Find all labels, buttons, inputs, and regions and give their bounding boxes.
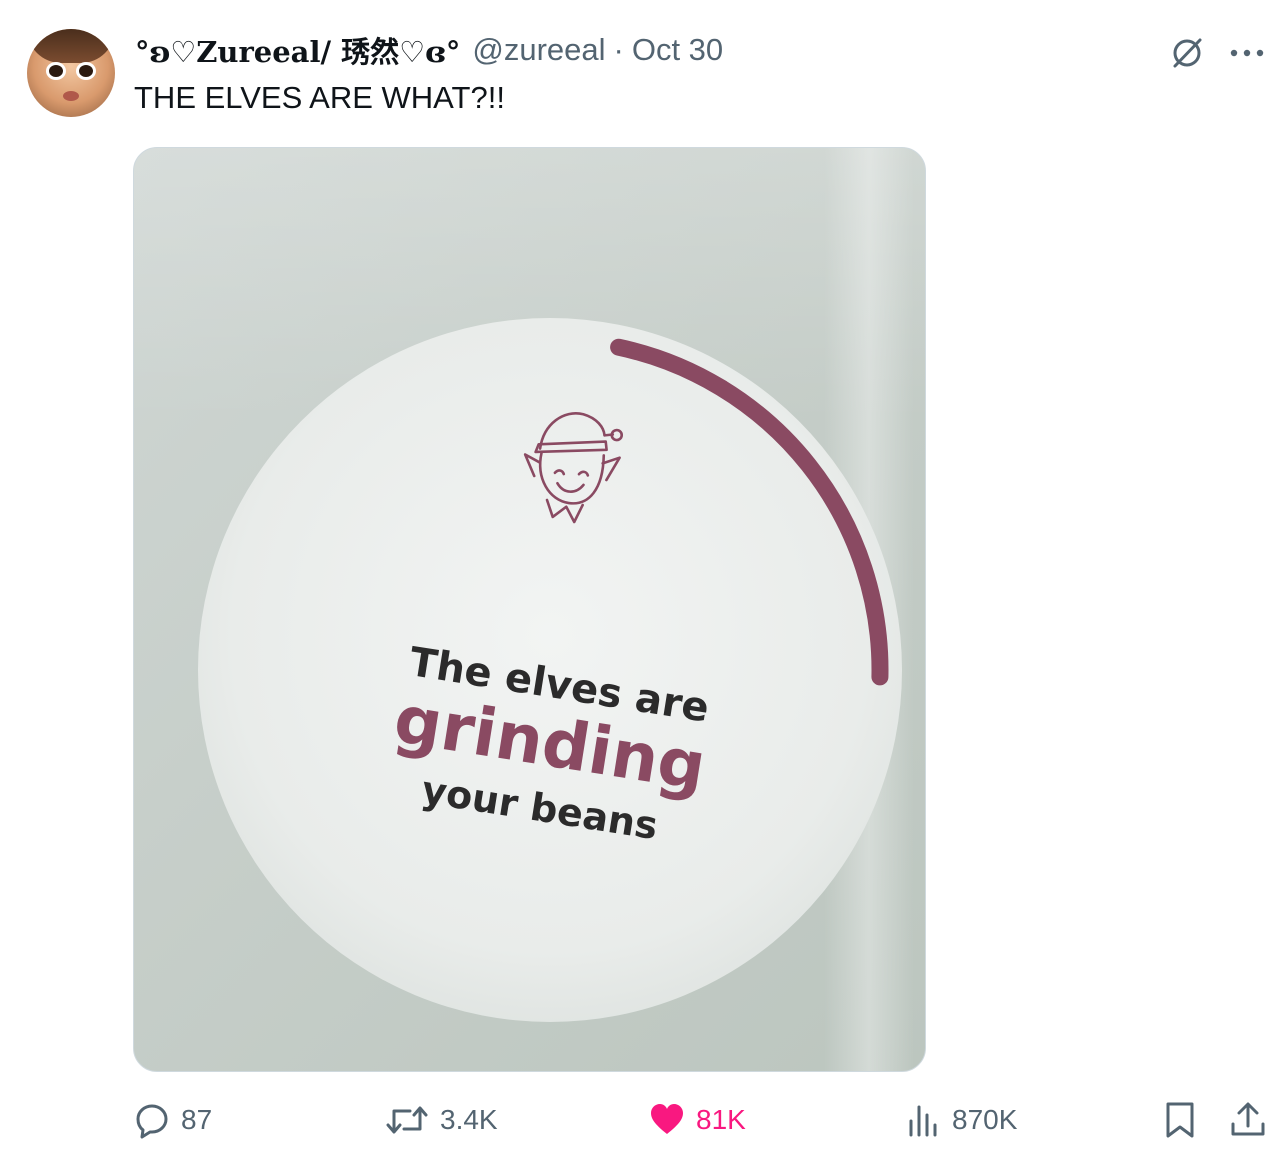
like-count: 81K: [696, 1104, 746, 1135]
repost-count: 3.4K: [440, 1104, 498, 1135]
reply-icon: [136, 1104, 168, 1139]
user-handle[interactable]: @zureeal: [472, 32, 605, 68]
avatar-eye-right: [79, 65, 93, 77]
tweet-date[interactable]: Oct 30: [632, 32, 723, 68]
bookmark-icon: [1166, 1102, 1194, 1138]
like-button[interactable]: 81K: [648, 1095, 746, 1145]
more-button[interactable]: [1226, 32, 1268, 74]
views-button[interactable]: 870K: [906, 1095, 1017, 1145]
tweet-text: THE ELVES ARE WHAT?!!: [134, 80, 505, 115]
heart-icon: [651, 1104, 683, 1134]
share-button[interactable]: [1228, 1095, 1278, 1145]
grok-button[interactable]: [1166, 32, 1208, 74]
views-count: 870K: [952, 1104, 1018, 1135]
reply-count: 87: [181, 1104, 213, 1135]
avatar-eye-left: [49, 65, 63, 77]
share-icon: [1231, 1102, 1265, 1136]
grok-icon: [1173, 38, 1202, 68]
separator: ·: [613, 32, 624, 67]
tweet-image[interactable]: The elves are grinding your beans: [133, 147, 926, 1072]
more-icon: [1230, 49, 1264, 57]
avatar[interactable]: [27, 29, 115, 117]
reply-button[interactable]: 87: [133, 1095, 212, 1145]
tweet-header: °ʚ♡Zureeal/ 琇然♡ɞ° @zureeal · Oct 30: [135, 30, 723, 70]
bookmark-button[interactable]: [1162, 1095, 1208, 1145]
display-name[interactable]: °ʚ♡Zureeal/ 琇然♡ɞ°: [135, 29, 460, 71]
repost-button[interactable]: 3.4K: [384, 1095, 498, 1145]
action-bar: 87 3.4K 81K 870K: [0, 1095, 1284, 1145]
avatar-hair: [27, 29, 115, 63]
repost-icon: [386, 1106, 428, 1134]
avatar-mouth: [63, 91, 79, 101]
image-content: The elves are grinding your beans: [198, 318, 902, 1022]
views-icon: [909, 1105, 937, 1137]
